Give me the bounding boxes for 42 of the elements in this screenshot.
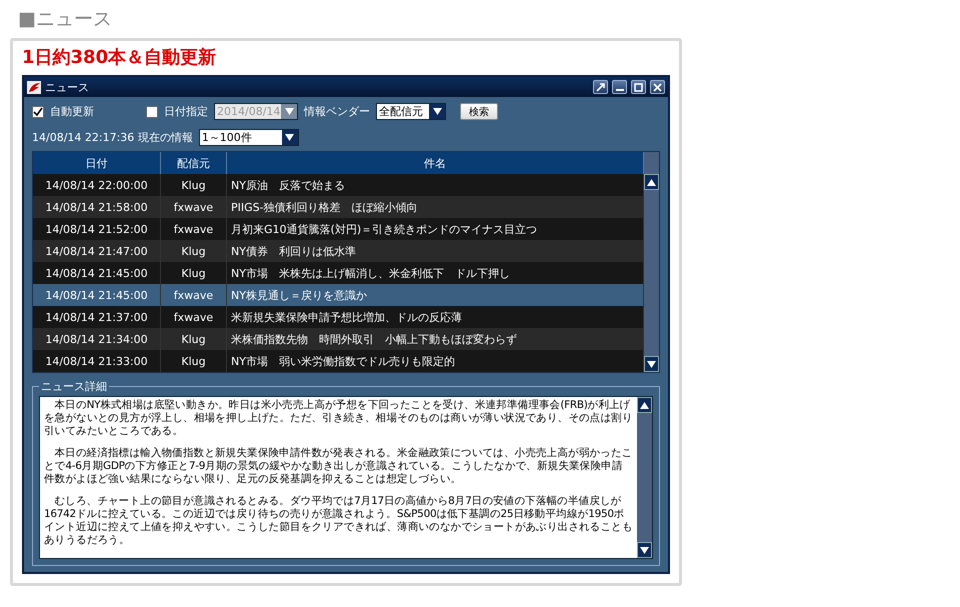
table-cell: 14/08/14 21:33:00 bbox=[33, 350, 161, 372]
checkmark-icon bbox=[33, 106, 43, 116]
scroll-up-icon[interactable] bbox=[640, 402, 649, 408]
minimize-button[interactable] bbox=[612, 80, 627, 94]
arrow-icon bbox=[596, 82, 605, 92]
paragraph: 本日の経済指標は輸入物価指数と新規失業保険申請件数が発表される。米金融政策については、小売売上高が弱かったことで4-6月期GDPの下方修正と7-9月期の景気の緩やかな動き出しが意識されている。こうしたなかで、新規失業保険申請件数がよほど強い結果にならない限り、足元の反発基調を抑えることは想定しづらい。 bbox=[44, 447, 633, 486]
table-cell: Klug bbox=[161, 350, 227, 372]
table-row[interactable]: 14/08/14 21:52:00 fxwave 月初来G10通貨騰落(対円)＝引き続きポンドのマイナス目立つ bbox=[33, 218, 644, 240]
popout-button[interactable] bbox=[593, 80, 608, 94]
window-title: ニュース bbox=[45, 80, 89, 94]
dropdown-arrow-icon[interactable] bbox=[432, 108, 442, 115]
close-icon bbox=[653, 82, 662, 92]
table-row[interactable]: 14/08/14 21:45:00 Klug NY市場 米株先は上げ幅消し、米金利低下 ドル下押し bbox=[33, 262, 644, 284]
scroll-up-icon[interactable] bbox=[647, 178, 656, 186]
timestamp-label: 14/08/14 22:17:36 現在の情報 bbox=[32, 130, 193, 145]
bird-logo-icon bbox=[27, 80, 41, 94]
scroll-down-icon[interactable] bbox=[640, 546, 649, 554]
minimize-icon bbox=[616, 89, 624, 91]
maximize-icon bbox=[634, 82, 643, 92]
table-row[interactable]: 14/08/14 21:33:00 Klug NY市場 弱い米労働指数でドル売りも限定的 bbox=[33, 350, 644, 372]
vendor-dropdown[interactable]: 全配信元 bbox=[376, 103, 446, 120]
paragraph: むしろ、チャート上の節目が意識されるとみる。ダウ平均では7月17日の高値から8月7日の安値の下落幅の半値戻しが16742ドルに控えている。この近辺では戻り待ちの売りが意識されよう。S&P500は低下基調の25日移動平均線が1950ポイント近辺に控えて上値を抑えやすい。こうした節目をクリアできれば、薄商いのなかでショートがあぶり出されることもありうるだろう。 bbox=[44, 495, 633, 547]
vendor-label: 情報ベンダー bbox=[304, 104, 370, 119]
checkbox[interactable] bbox=[146, 106, 158, 118]
checkbox-label: 自動更新 bbox=[50, 104, 94, 119]
scroll-down-icon[interactable] bbox=[647, 360, 656, 368]
close-button[interactable] bbox=[650, 80, 665, 94]
table-row[interactable]: 14/08/14 22:00:00 Klug NY原油 反落で始まる bbox=[33, 174, 644, 196]
table-row[interactable]: 14/08/14 21:37:00 fxwave 米新規失業保険申請予想比増加、ドルの反応薄 bbox=[33, 306, 644, 328]
table-row[interactable]: 14/08/14 21:45:00 fxwave NY株見通し＝戻りを意識か bbox=[33, 284, 644, 306]
scrollbar[interactable] bbox=[637, 397, 652, 558]
checkbox-label: 日付指定 bbox=[164, 104, 208, 119]
paragraph: 本日のNY株式相場は底堅い動きか。昨日は米小売売上高が予想を下回ったことを受け、米連邦準備理事会(FRB)が利上げを急がないとの見方が浮上し、相場を押し上げた。ただ、引き続き、相場そのものは商いが薄い状況であり、その点は割り引いてみたいところである。 bbox=[44, 399, 633, 438]
page-title: ■ニュース bbox=[17, 7, 113, 32]
panel-title: ニュース詳細 bbox=[40, 379, 108, 394]
range-dropdown[interactable]: 1～100件 bbox=[198, 129, 299, 146]
search-button[interactable]: 検索 bbox=[460, 103, 498, 120]
headline: 1日約380本＆自動更新 bbox=[22, 46, 218, 70]
checkbox[interactable] bbox=[32, 106, 44, 118]
scrollbar[interactable] bbox=[644, 152, 659, 372]
dropdown-arrow-icon[interactable] bbox=[285, 134, 294, 141]
maximize-button[interactable] bbox=[631, 80, 646, 94]
